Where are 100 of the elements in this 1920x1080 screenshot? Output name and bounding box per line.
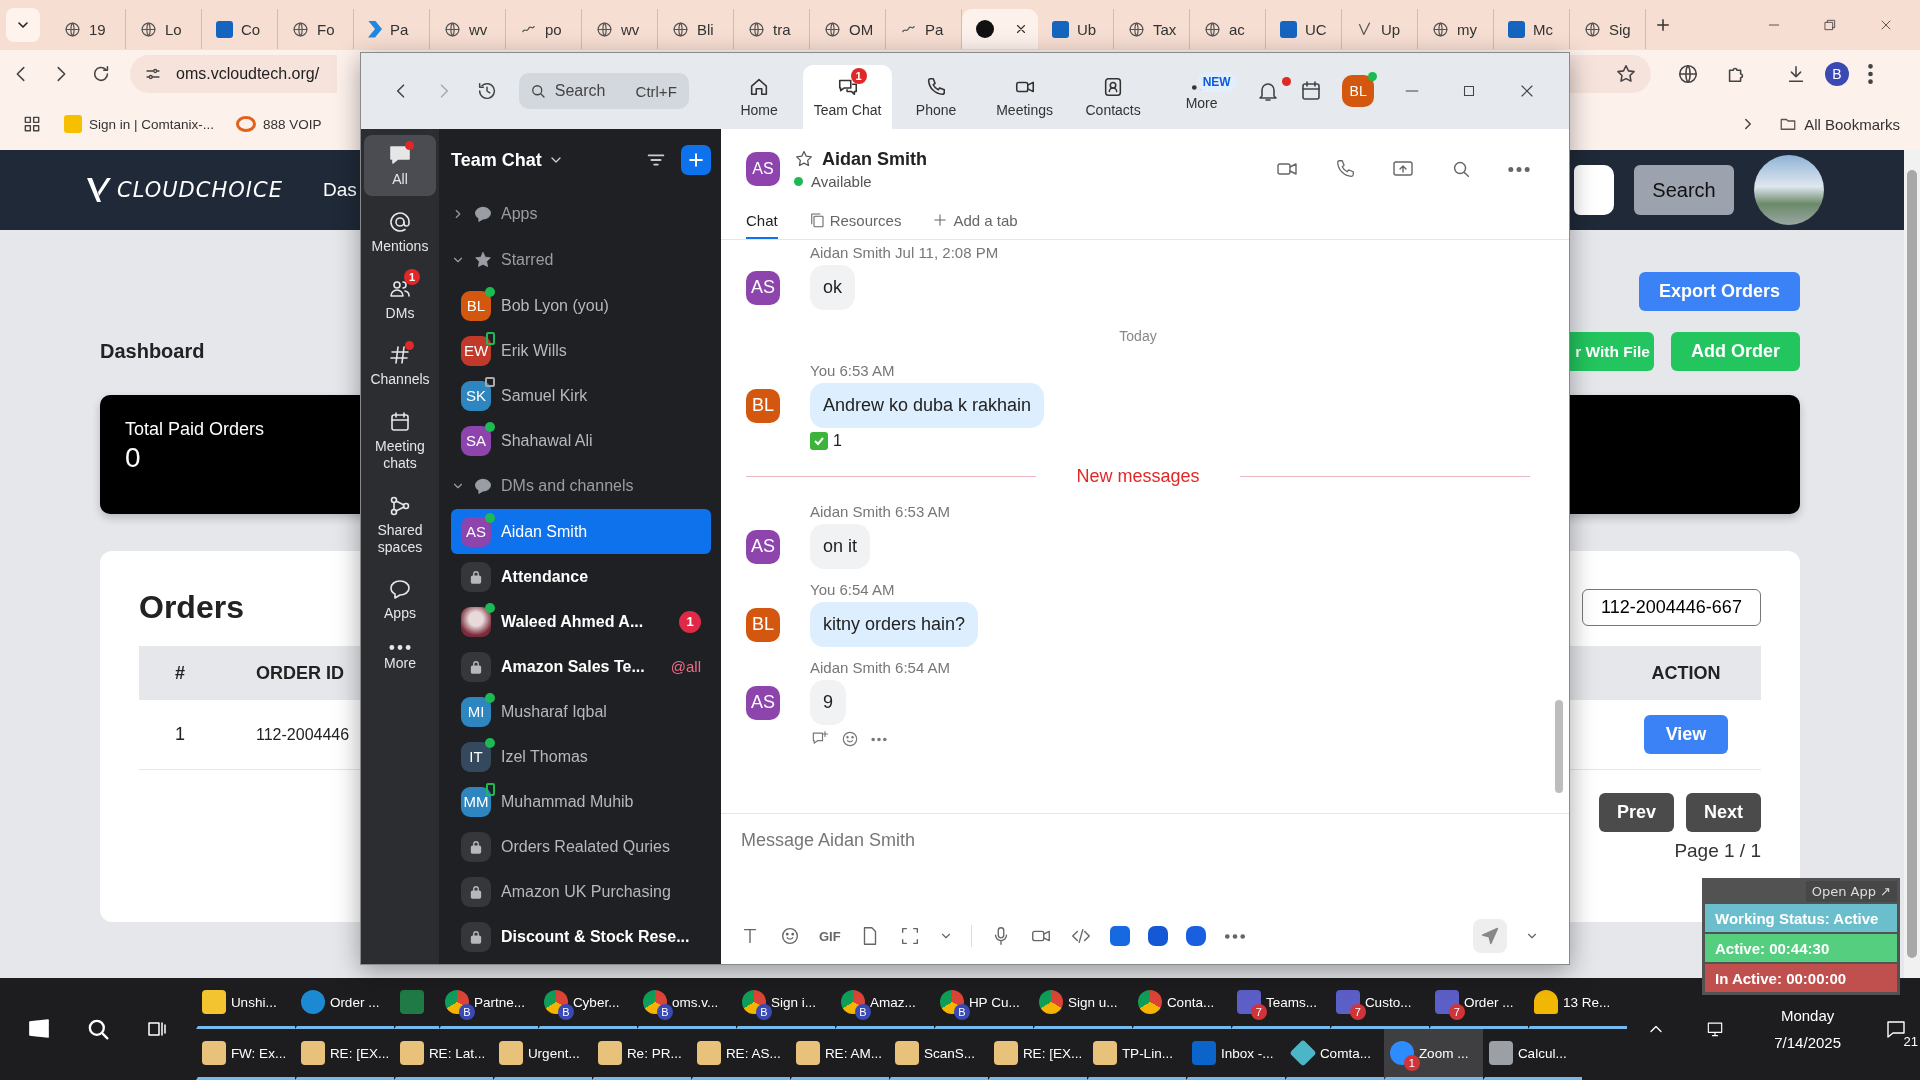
search-field[interactable] [1574, 165, 1614, 215]
taskbar-button[interactable]: B HP Cu... [933, 978, 1033, 1029]
order-search-field[interactable]: 112-2004446-667 [1582, 589, 1761, 626]
nav-tab[interactable]: NEW More [1157, 65, 1246, 129]
bookmark-star-icon[interactable] [1615, 63, 1637, 85]
browser-tab[interactable]: Bli [658, 9, 734, 49]
more-icon[interactable] [1507, 165, 1531, 173]
taskbar-button[interactable]: FW: Ex... [195, 1029, 295, 1080]
favorite-button[interactable] [794, 149, 814, 169]
app-icon[interactable] [1109, 926, 1130, 946]
apps-grid-icon[interactable] [22, 114, 42, 134]
user-avatar[interactable]: BL [1342, 75, 1374, 107]
chat-list-item[interactable]: EW Erik Wills [451, 328, 711, 373]
windows-start-icon[interactable] [27, 1017, 52, 1041]
search-button[interactable]: Search [1634, 165, 1734, 215]
chat-list-item[interactable]: Discount & Stock Rese... [451, 914, 711, 959]
nav-link[interactable]: Das [322, 179, 357, 201]
chat-tab[interactable]: Add a tab [931, 211, 1018, 239]
browser-tab[interactable]: Sig [1570, 9, 1646, 49]
chat-tab[interactable]: Resources [807, 211, 902, 239]
chat-list-item[interactable]: AS Aidan Smith [451, 509, 711, 554]
rail-item[interactable]: Shared spaces [364, 485, 436, 564]
taskbar-button[interactable]: ScanS... [888, 1029, 988, 1080]
browser-tab[interactable]: tra [734, 9, 810, 49]
scrollbar[interactable] [1555, 700, 1563, 793]
browser-tab[interactable]: 19 [50, 9, 126, 49]
taskbar-button[interactable]: Order ... [294, 978, 394, 1029]
chat-list-item[interactable]: IT Izel Thomas [451, 734, 711, 779]
globe-icon[interactable] [1677, 63, 1699, 85]
gif-button[interactable]: GIF [819, 928, 841, 944]
tab-search-button[interactable] [6, 8, 40, 42]
app-icon[interactable] [1185, 926, 1206, 946]
nav-tab[interactable]: Contacts [1068, 65, 1158, 129]
chat-list-item[interactable]: SA Shahawal Ali [451, 418, 711, 463]
taskbar-button[interactable]: Inbox -... [1185, 1029, 1285, 1080]
taskbar-button[interactable]: Re: PR... [591, 1029, 691, 1080]
browser-tab[interactable]: Lo [126, 9, 202, 49]
chat-list-item[interactable]: Waleed Ahmed A... 1 [451, 599, 711, 644]
taskbar-button[interactable]: RE: AS... [690, 1029, 790, 1080]
scrollbar[interactable] [1904, 150, 1920, 978]
browser-tab[interactable]: OM [810, 9, 886, 49]
browser-tab[interactable]: Tax [1114, 9, 1190, 49]
rail-item[interactable]: More [364, 636, 436, 680]
nav-tab[interactable]: Phone [891, 65, 981, 129]
taskbar-button[interactable]: RE: AM... [789, 1029, 889, 1080]
taskbar-button[interactable]: Urgent... [492, 1029, 592, 1080]
browser-tab[interactable]: UC [1266, 9, 1342, 49]
browser-tab[interactable]: wv [430, 9, 506, 49]
more-icon[interactable] [870, 736, 888, 742]
rail-item[interactable]: Channels [364, 335, 436, 397]
taskbar-button[interactable]: 7 Teams... [1230, 978, 1330, 1029]
taskbar-button[interactable]: Sign u... [1032, 978, 1132, 1029]
view-button[interactable]: View [1643, 715, 1729, 754]
taskbar-button[interactable]: Calcul... [1482, 1029, 1582, 1080]
export-button[interactable]: Export Orders [1638, 272, 1800, 311]
new-chat-button[interactable] [681, 145, 711, 175]
more-icon[interactable] [1223, 932, 1246, 940]
taskbar-button[interactable]: Conta... [1131, 978, 1231, 1029]
restore-icon[interactable] [1822, 17, 1838, 33]
phone-icon[interactable] [1334, 158, 1356, 180]
browser-tab[interactable]: po [506, 9, 582, 49]
section-header[interactable]: DMs and channels [451, 463, 711, 509]
chat-list-item[interactable]: Amazon UK Purchasing [451, 869, 711, 914]
rail-item[interactable]: 1 DMs [364, 268, 436, 330]
taskbar-button[interactable]: B Amaz... [834, 978, 934, 1029]
add-reaction-icon[interactable] [840, 729, 860, 749]
chat-list-item[interactable]: Orders Realated Quries [451, 824, 711, 869]
rail-item[interactable]: All [364, 135, 436, 196]
taskbar-button[interactable]: B Sign i... [735, 978, 835, 1029]
chat-list-item[interactable]: MI Musharaf Iqbal [451, 689, 711, 734]
next-button[interactable]: Next [1686, 793, 1761, 832]
taskbar-button[interactable]: B Cyber... [537, 978, 637, 1029]
taskbar-button[interactable]: RE: Lat... [393, 1029, 493, 1080]
menu-icon[interactable] [1867, 63, 1874, 85]
nav-tab[interactable]: 1 Team Chat [803, 65, 892, 129]
chat-list-item[interactable]: BL Bob Lyon (you) [451, 283, 711, 328]
bookmark[interactable]: 888 VOIP [236, 116, 322, 132]
app-icon[interactable] [1147, 926, 1168, 946]
all-bookmarks-button[interactable]: All Bookmarks [1779, 115, 1900, 133]
taskbar-button[interactable]: B Partne... [438, 978, 538, 1029]
browser-tab[interactable]: Fo [278, 9, 354, 49]
browser-tab[interactable]: Ub [1038, 9, 1114, 49]
emoji-icon[interactable] [779, 925, 801, 947]
browser-tab[interactable]: ac [1190, 9, 1266, 49]
section-header[interactable]: Starred [451, 237, 711, 283]
browser-tab[interactable]: my [1418, 9, 1494, 49]
nav-tab[interactable]: Home [714, 65, 804, 129]
profile-avatar[interactable]: B [1825, 62, 1849, 86]
prev-button[interactable]: Prev [1598, 793, 1674, 832]
chat-list-item[interactable]: Attendance [451, 554, 711, 599]
plus-icon[interactable] [1654, 16, 1672, 34]
rail-item[interactable]: Meeting chats [364, 402, 436, 480]
taskbar-button[interactable]: Unshi... [195, 978, 295, 1029]
chat-list-item[interactable]: Amazon Sales Te... @all [451, 644, 711, 689]
panel-title[interactable]: Team Chat [451, 149, 542, 171]
browser-tab[interactable]: wv [582, 9, 658, 49]
browser-tab[interactable]: Pa [354, 9, 430, 49]
clock[interactable]: Monday 7/14/2025 [1744, 1007, 1872, 1051]
rail-item[interactable]: Apps [364, 569, 436, 631]
taskbar-button[interactable]: RE: [EX... [294, 1029, 394, 1080]
